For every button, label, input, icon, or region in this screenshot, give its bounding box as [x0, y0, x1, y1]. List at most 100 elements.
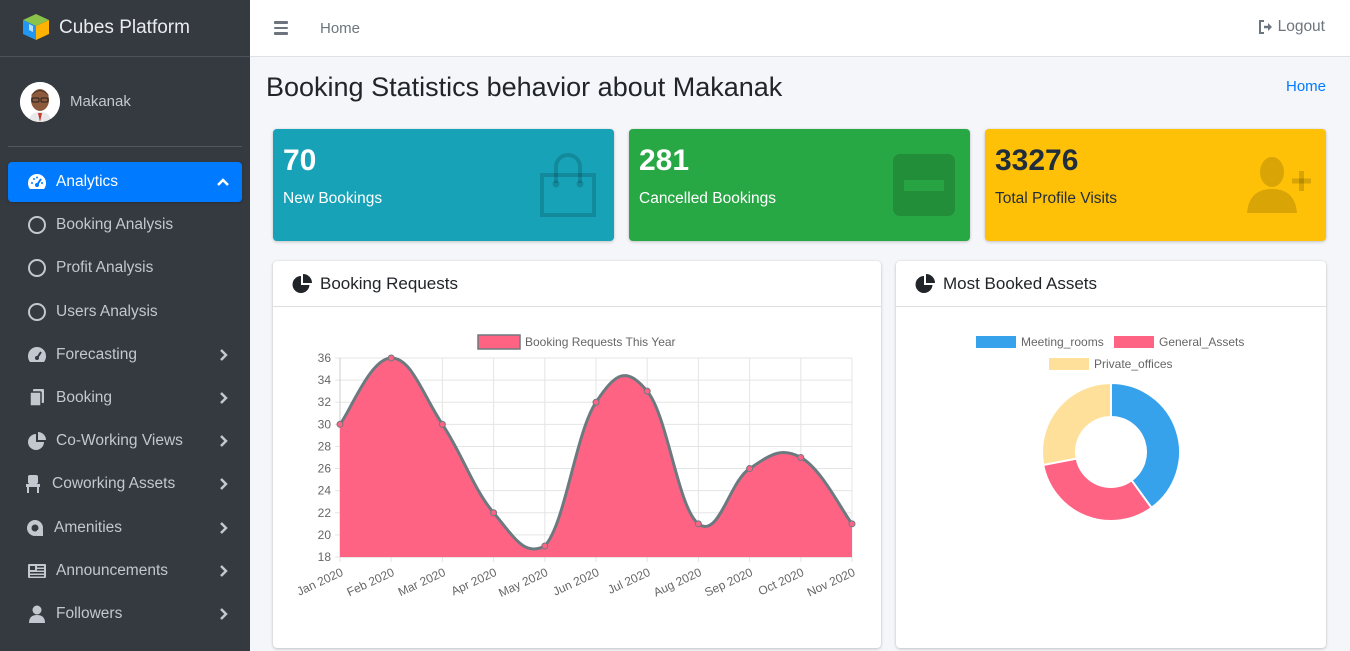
chevron-right-icon — [217, 564, 229, 577]
copy-icon — [27, 388, 47, 408]
y-tick-label: 36 — [318, 351, 332, 365]
data-point — [438, 420, 446, 428]
breadcrumb-home-link[interactable]: Home — [1286, 78, 1326, 95]
user-name: Makanak — [70, 93, 131, 110]
x-tick-label: Apr 2020 — [449, 565, 499, 598]
legend-swatch — [976, 336, 1016, 348]
legend-item: General_Assets — [1114, 335, 1244, 349]
sidebar-item-booking[interactable]: Booking — [8, 378, 242, 418]
x-tick-label: Nov 2020 — [805, 565, 858, 600]
sidebar-item-co-working-views[interactable]: Co-Working Views — [8, 421, 242, 461]
x-tick-label: Oct 2020 — [756, 565, 806, 598]
sidebar-item-coworking-assets[interactable]: Coworking Assets — [8, 464, 242, 504]
pie-chart-icon — [292, 273, 312, 293]
sidebar-item-followers[interactable]: Followers — [8, 594, 242, 634]
x-tick-label: Mar 2020 — [396, 565, 448, 599]
donut-slice — [1042, 457, 1153, 522]
data-point — [387, 354, 395, 362]
card-header: Most Booked Assets — [896, 261, 1326, 307]
sidebar: Cubes Platform Makanak Analytics Booking… — [0, 0, 250, 651]
chevron-right-icon — [217, 521, 229, 534]
data-point — [490, 509, 498, 517]
booking-requests-card: Booking Requests Booking Requests This Y… — [273, 261, 881, 648]
x-tick-label: Jul 2020 — [605, 565, 652, 597]
y-tick-label: 22 — [318, 506, 332, 520]
card-title: Booking Requests — [320, 273, 458, 293]
y-tick-label: 32 — [318, 395, 332, 409]
brand-link[interactable]: Cubes Platform — [0, 0, 250, 57]
sidebar-item-forecasting[interactable]: Forecasting — [8, 335, 242, 375]
sidebar-item-analytics[interactable]: Analytics — [8, 162, 242, 202]
x-tick-label: Feb 2020 — [345, 565, 397, 599]
top-navbar: Home Logout — [250, 0, 1350, 57]
legend-swatch — [1114, 336, 1154, 348]
sidebar-item-users-analysis[interactable]: Users Analysis — [8, 292, 242, 332]
sidebar-item-label: Coworking Assets — [52, 475, 176, 493]
sidebar-item-amenities[interactable]: Amenities — [8, 508, 242, 548]
most-booked-assets-chart: Meeting_rooms General_Assets Private_offic… — [976, 335, 1244, 522]
sidebar-item-announcements[interactable]: Announcements — [8, 551, 242, 591]
brand-name: Cubes Platform — [59, 17, 190, 38]
x-tick-label: May 2020 — [496, 565, 550, 600]
legend-swatch — [477, 334, 521, 350]
legend-swatch — [1049, 358, 1089, 370]
chevron-right-icon — [217, 392, 229, 404]
chevron-right-icon — [217, 435, 229, 448]
most-booked-assets-card: Most Booked Assets Meeting_rooms General_… — [896, 261, 1326, 648]
stat-box-total-profile-visits[interactable]: 33276 Total Profile Visits — [985, 129, 1326, 241]
chevron-right-icon — [217, 607, 229, 620]
tachometer-icon — [27, 172, 47, 192]
logout-button[interactable]: Logout — [1258, 18, 1325, 36]
logout-label: Logout — [1277, 18, 1325, 35]
x-tick-label: Jan 2020 — [295, 565, 346, 599]
chevron-up-icon — [217, 176, 229, 188]
y-tick-label: 34 — [318, 373, 332, 387]
pie-chart-icon — [915, 273, 935, 293]
top-home-link[interactable]: Home — [320, 20, 360, 37]
x-tick-label: Sep 2020 — [702, 565, 755, 600]
y-tick-label: 18 — [318, 550, 332, 564]
user-plus-icon — [1246, 151, 1314, 219]
tachometer-icon — [27, 345, 47, 365]
stat-box-new-bookings[interactable]: 70 New Bookings — [273, 129, 614, 241]
sidebar-item-profit-analysis[interactable]: Profit Analysis — [8, 248, 242, 288]
data-point — [797, 454, 805, 461]
data-point — [541, 542, 549, 550]
sidebar-item-label: Amenities — [54, 518, 123, 536]
y-tick-label: 30 — [318, 417, 332, 431]
sidebar-item-booking-analysis[interactable]: Booking Analysis — [8, 205, 242, 245]
circle-icon — [27, 215, 47, 235]
sidebar-item-label: Announcements — [56, 561, 169, 579]
data-point — [643, 387, 651, 395]
chevron-right-icon — [217, 478, 229, 491]
legend-item: Meeting_rooms — [976, 335, 1104, 349]
page-title: Booking Statistics behavior about Makana… — [266, 72, 783, 102]
sidebar-item-label: Profit Analysis — [56, 259, 154, 277]
user-panel[interactable]: Makanak — [8, 57, 242, 147]
circle-icon — [27, 258, 47, 278]
card-header: Booking Requests — [273, 261, 881, 307]
legend-item: Private_offices — [1049, 357, 1173, 371]
sidebar-item-label: Analytics — [56, 173, 119, 190]
newspaper-icon — [27, 561, 47, 581]
amenities-icon — [25, 518, 45, 538]
data-point — [336, 420, 344, 428]
stat-box-cancelled-bookings[interactable]: 281 Cancelled Bookings — [629, 129, 970, 241]
x-tick-label: Jun 2020 — [551, 565, 602, 599]
sidebar-item-label: Users Analysis — [56, 302, 158, 320]
legend-label: General_Assets — [1159, 335, 1244, 349]
shopping-bag-icon — [534, 151, 602, 219]
avatar-image — [20, 81, 60, 122]
sidebar-item-label: Co-Working Views — [56, 432, 183, 450]
card-title: Most Booked Assets — [943, 273, 1098, 293]
avatar — [20, 81, 60, 122]
sign-out-icon — [1258, 20, 1272, 34]
y-tick-label: 26 — [318, 462, 332, 476]
user-icon — [27, 604, 47, 624]
data-point — [592, 398, 600, 406]
booking-requests-chart: Booking Requests This Year 18 20 22 24 26 28 30… — [295, 334, 858, 600]
legend-label: Booking Requests This Year — [525, 335, 676, 349]
sidebar-item-label: Followers — [56, 604, 123, 622]
hamburger-menu-icon[interactable] — [274, 21, 288, 35]
sidebar-nav: Analytics Booking Analysis Profit Analys… — [0, 162, 250, 634]
